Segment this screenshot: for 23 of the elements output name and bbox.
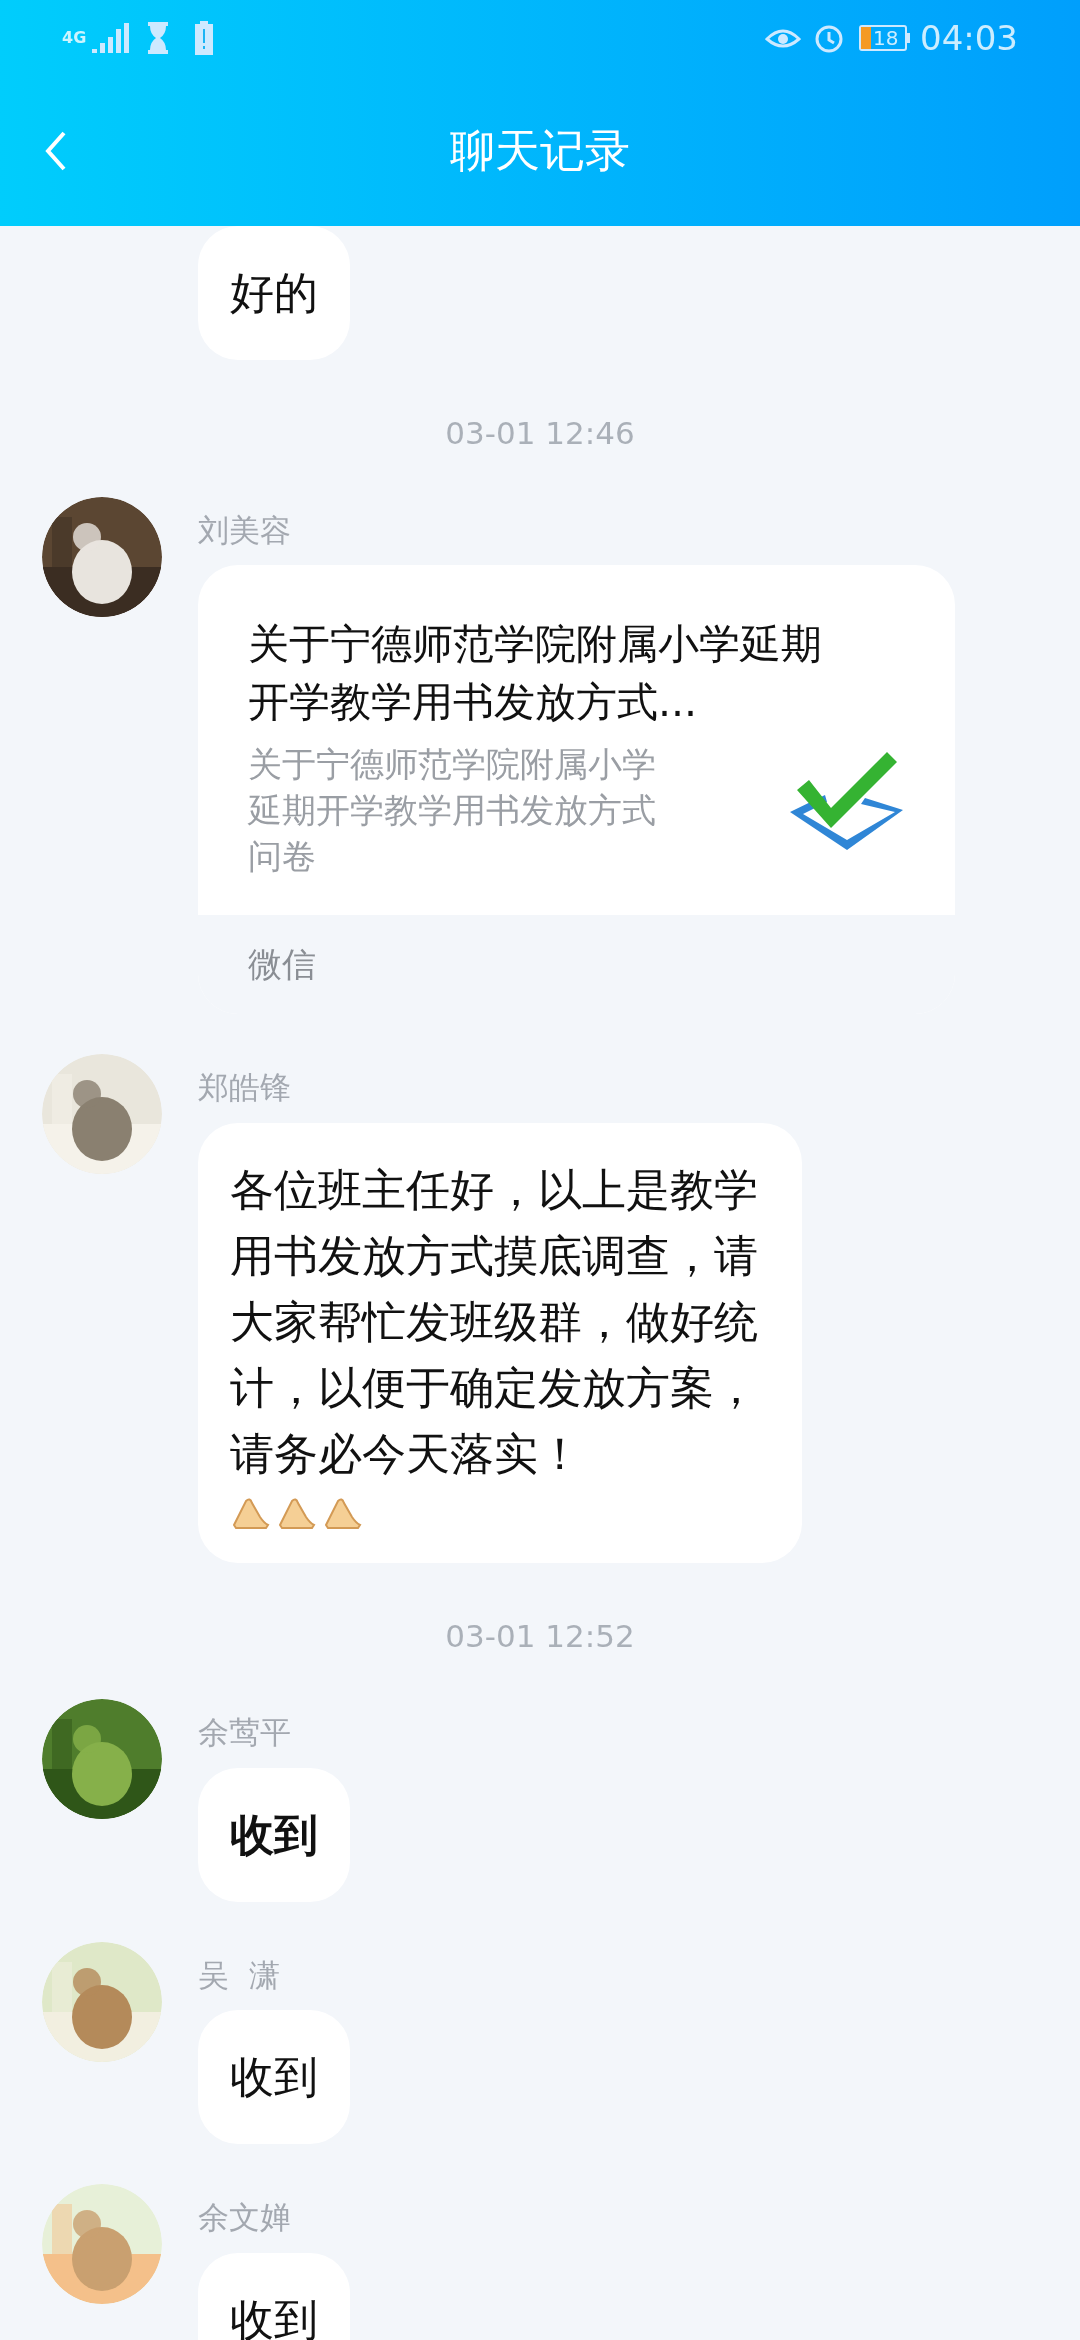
card-source: 微信	[248, 944, 316, 984]
card-title: 关于宁德师范学院附属小学延期开学教学用书发放方式...	[248, 619, 823, 728]
message-text: 收到	[230, 1807, 318, 1862]
sender-name: 吴 潇	[198, 1955, 280, 1995]
link-card[interactable]: 关于宁德师范学院附属小学延期开学教学用书发放方式... 关于宁德师范学院附属小学延期开学教学用书发放方式问卷 微信	[198, 565, 955, 1014]
timestamp: 03-01 12:46	[445, 414, 635, 453]
card-description: 关于宁德师范学院附属小学延期开学教学用书发放方式问卷	[248, 743, 657, 878]
header-title: 聊天记录	[450, 123, 630, 180]
back-icon	[44, 131, 68, 171]
sender-name: 余文婵	[198, 2198, 291, 2237]
battery-indicator: 18	[859, 25, 910, 51]
message-text: 好的	[230, 266, 318, 320]
battery-alert-icon	[194, 21, 215, 55]
signal-icon	[90, 23, 131, 53]
sender-name: 刘美容	[198, 510, 291, 550]
status-time: 04:03	[920, 16, 1018, 60]
message-text: 收到	[230, 2050, 318, 2104]
sender-name: 郑皓锋	[198, 1068, 291, 1107]
network-label: 4G	[62, 27, 87, 49]
message-text: 各位班主任好，以上是教学用书发放方式摸底调查，请大家帮忙发班级群，做好统计，以便于确定发放方案，请务必今天落实！	[230, 1162, 759, 1481]
sender-name: 余莺平	[198, 1713, 291, 1752]
hourglass-icon	[146, 22, 171, 54]
timestamp: 03-01 12:52	[445, 1616, 635, 1656]
